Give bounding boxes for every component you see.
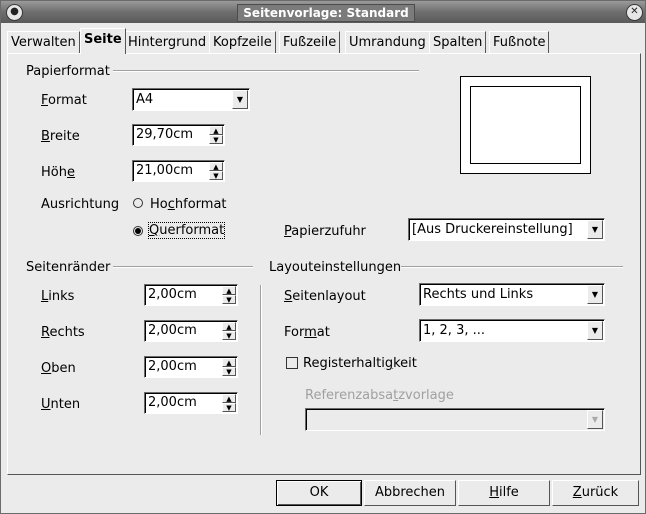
layout-separator [401,266,623,268]
format-label: Format [41,93,87,108]
format-select[interactable]: A4 ▼ [132,88,250,111]
chevron-down-icon[interactable]: ▼ [587,410,603,429]
cancel-button[interactable]: Abbrechen [364,480,456,506]
numbering-format-value: 1, 2, 3, ... [423,323,486,338]
title-bar[interactable]: ● Seitenvorlage: Standard ✕ [1,1,645,23]
margin-bottom-spinner[interactable]: ▲ ▼ [222,394,236,412]
window-menu-icon[interactable]: ● [6,4,23,21]
spin-down-icon[interactable]: ▼ [222,331,236,340]
spin-down-icon[interactable]: ▼ [222,295,236,304]
margin-right-field[interactable]: 2,00cm ▲ ▼ [144,320,238,342]
back-button[interactable]: Zurück [552,480,639,506]
close-icon[interactable]: ✕ [626,4,643,21]
margins-group-title: Seitenränder [26,260,111,275]
register-true-checkbox[interactable] [286,357,298,369]
window-title: Seitenvorlage: Standard [237,4,415,22]
numbering-format-select[interactable]: 1, 2, 3, ... ▼ [419,319,605,342]
tab-hintergrund[interactable]: Hintergrund [124,31,211,53]
height-field[interactable]: 21,00cm ▲ ▼ [132,160,225,182]
tab-umrandung[interactable]: Umrandung [345,31,430,53]
numbering-format-label: Format [284,325,330,340]
width-field[interactable]: 29,70cm ▲ ▼ [132,124,225,146]
orientation-label: Ausrichtung [41,197,120,212]
chevron-down-icon[interactable]: ▼ [232,90,248,109]
help-button[interactable]: Hilfe [458,480,550,506]
margins-separator [113,266,253,268]
width-field-value: 29,70cm [136,127,194,142]
tab-seite[interactable]: Seite [80,28,126,54]
margin-left-field[interactable]: 2,00cm ▲ ▼ [144,284,238,306]
margin-bottom-label: Unten [41,397,81,412]
page-style-dialog: ● Seitenvorlage: Standard ✕ Verwalten Se… [0,0,646,514]
landscape-radio[interactable] [133,226,143,236]
page-preview-margins [470,86,581,164]
page-layout-value: Rechts und Links [423,287,534,302]
margin-left-label: Links [41,289,75,304]
portrait-label[interactable]: Hochformat [150,197,227,212]
margin-top-field[interactable]: 2,00cm ▲ ▼ [144,356,238,378]
paper-format-separator [113,70,419,72]
paper-format-group-title: Papierformat [26,64,110,79]
tab-fusszeile[interactable]: Fußzeile [279,31,341,53]
spin-up-icon[interactable]: ▲ [222,286,236,295]
spin-up-icon[interactable]: ▲ [209,162,223,171]
reference-style-label: Referenzabsatzvorlage [305,388,454,403]
height-field-value: 21,00cm [136,163,194,178]
width-label: Breite [41,129,80,144]
spin-down-icon[interactable]: ▼ [209,135,223,144]
paper-tray-select[interactable]: [Aus Druckereinstellung] ▼ [408,218,605,241]
height-spinner[interactable]: ▲ ▼ [209,162,223,180]
spin-up-icon[interactable]: ▲ [222,358,236,367]
margin-right-label: Rechts [41,325,85,340]
spin-down-icon[interactable]: ▼ [222,403,236,412]
paper-tray-value: [Aus Druckereinstellung] [412,222,573,237]
portrait-radio[interactable] [133,198,143,208]
tab-spalten[interactable]: Spalten [429,31,487,53]
margin-top-value: 2,00cm [148,359,197,374]
paper-tray-label: Papierzufuhr [284,224,366,239]
margin-right-value: 2,00cm [148,323,197,338]
spin-up-icon[interactable]: ▲ [222,394,236,403]
page-layout-select[interactable]: Rechts und Links ▼ [419,283,605,306]
chevron-down-icon[interactable]: ▼ [587,321,603,340]
register-true-label[interactable]: Registerhaltigkeit [303,356,417,371]
tab-verwalten[interactable]: Verwalten [7,31,80,53]
spin-up-icon[interactable]: ▲ [209,126,223,135]
width-spinner[interactable]: ▲ ▼ [209,126,223,144]
landscape-label[interactable]: Querformat [147,222,226,239]
margin-left-spinner[interactable]: ▲ ▼ [222,286,236,304]
layout-vertical-separator [260,285,262,435]
margin-top-label: Oben [41,361,76,376]
chevron-down-icon[interactable]: ▼ [587,220,603,239]
tab-fussnote[interactable]: Fußnote [489,31,550,53]
height-label: Höhe [41,165,75,180]
page-preview [460,76,591,174]
spin-up-icon[interactable]: ▲ [222,322,236,331]
margin-bottom-field[interactable]: 2,00cm ▲ ▼ [144,392,238,414]
spin-down-icon[interactable]: ▼ [209,171,223,180]
chevron-down-icon[interactable]: ▼ [587,285,603,304]
reference-style-select[interactable]: ▼ [305,408,605,431]
spin-down-icon[interactable]: ▼ [222,367,236,376]
layout-group-title: Layouteinstellungen [269,260,402,275]
margin-top-spinner[interactable]: ▲ ▼ [222,358,236,376]
margin-bottom-value: 2,00cm [148,395,197,410]
ok-button[interactable]: OK [276,480,362,506]
format-select-value: A4 [136,92,154,107]
margin-right-spinner[interactable]: ▲ ▼ [222,322,236,340]
page-layout-label: Seitenlayout [284,289,366,304]
margin-left-value: 2,00cm [148,287,197,302]
tab-kopfzeile[interactable]: Kopfzeile [209,31,276,53]
